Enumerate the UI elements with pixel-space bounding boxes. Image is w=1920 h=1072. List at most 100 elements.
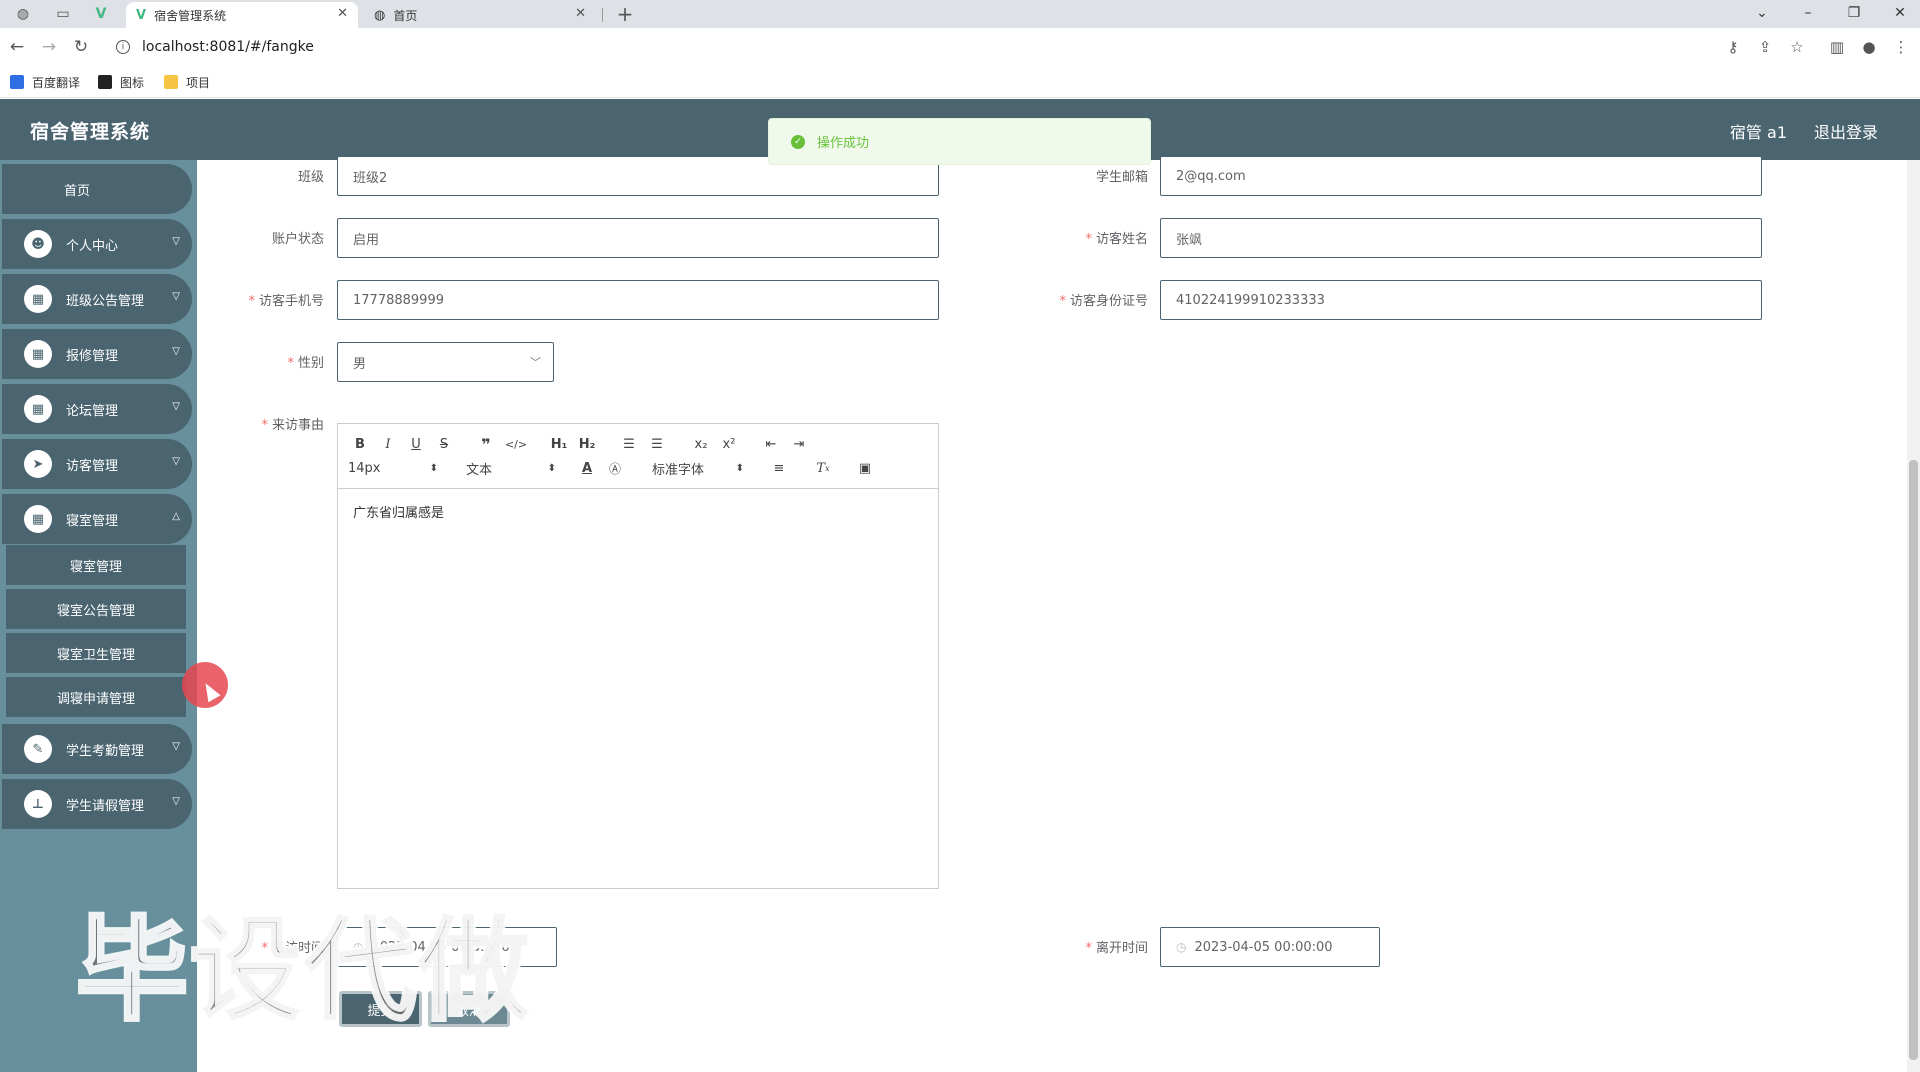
- share-icon[interactable]: ⇪: [1754, 36, 1776, 58]
- submenu-dorm-notice[interactable]: 寝室公告管理: [6, 589, 186, 631]
- align-icon[interactable]: ≡: [770, 458, 788, 478]
- sidebar-item-home[interactable]: 首页: [2, 164, 192, 214]
- editor-content[interactable]: 广东省归属感是: [353, 502, 444, 521]
- tab-home[interactable]: ◍ 首页 ✕: [364, 2, 596, 28]
- leave-time-field[interactable]: ◷ 2023-04-05 00:00:00: [1160, 927, 1380, 967]
- id-number-field[interactable]: 410224199910233333: [1160, 280, 1762, 320]
- star-icon[interactable]: ☆: [1786, 36, 1808, 58]
- bookmark-projects[interactable]: 项目: [164, 72, 210, 92]
- sidebar-item-repair[interactable]: ▦ 报修管理 ▽: [2, 329, 192, 379]
- chevron-down-icon: ▽: [172, 291, 180, 302]
- indent-icon[interactable]: ⇥: [790, 434, 808, 454]
- format-select[interactable]: 文本 ⬍: [466, 458, 556, 478]
- logout-link[interactable]: 退出登录: [1814, 119, 1878, 143]
- chevron-down-icon: ▽: [172, 346, 180, 357]
- submenu-dorm-transfer[interactable]: 调寝申请管理: [6, 677, 186, 719]
- close-icon[interactable]: ✕: [575, 6, 586, 21]
- folder-icon: [164, 75, 178, 89]
- font-family-select[interactable]: 标准字体 ⬍: [652, 458, 744, 478]
- key-icon[interactable]: ⚷: [1722, 36, 1744, 58]
- gender-select[interactable]: 男 ﹀: [337, 342, 554, 382]
- email-field[interactable]: 2@qq.com: [1160, 156, 1762, 196]
- restore-icon[interactable]: ❐: [1834, 2, 1874, 24]
- stamp-icon: ⊥: [24, 790, 52, 818]
- sidebar-item-personal-center[interactable]: ☻ 个人中心 ▽: [2, 219, 192, 269]
- vue-icon[interactable]: V: [84, 2, 118, 26]
- bookmark-icons[interactable]: 图标: [98, 72, 144, 92]
- app-title: 宿舍管理系统: [30, 121, 151, 143]
- heading1-icon[interactable]: H₁: [548, 434, 570, 454]
- forward-icon[interactable]: →: [36, 34, 62, 60]
- tab-separator: [602, 8, 603, 22]
- updown-icon: ⬍: [547, 462, 556, 474]
- profile-icon[interactable]: ●: [1858, 36, 1880, 58]
- code-block-icon[interactable]: </>: [505, 434, 527, 454]
- close-icon[interactable]: ✕: [337, 6, 348, 21]
- info-icon[interactable]: i: [116, 40, 130, 54]
- new-tab-button[interactable]: +: [608, 2, 642, 26]
- sidebar-item-leave[interactable]: ⊥ 学生请假管理 ▽: [2, 779, 192, 829]
- blockquote-icon[interactable]: ❞: [476, 434, 496, 454]
- image-icon: [98, 75, 112, 89]
- watermark: 毕设代做: [74, 904, 532, 1038]
- clock-icon: ◷: [1176, 940, 1187, 954]
- bold-icon[interactable]: B: [352, 434, 368, 454]
- ordered-list-icon[interactable]: ☰: [620, 434, 638, 454]
- superscript-icon[interactable]: x²: [720, 434, 738, 454]
- editor-toolbar: B I U S ❞ </> H₁ H₂ ☰ ☰ x₂ x² ⇤ ⇥ 14px ⬍…: [338, 424, 938, 489]
- grid-icon: ▦: [24, 285, 52, 313]
- minimize-icon[interactable]: –: [1788, 2, 1828, 24]
- reload-icon[interactable]: ↻: [68, 34, 94, 60]
- class-label: 班级: [297, 170, 324, 185]
- leave-time-label: * 离开时间: [1085, 941, 1148, 956]
- visitor-name-field[interactable]: 张飒: [1160, 218, 1762, 258]
- outdent-icon[interactable]: ⇤: [762, 434, 780, 454]
- blank-tab-icon[interactable]: ▭: [46, 2, 80, 26]
- chevron-down-icon: ▽: [172, 741, 180, 752]
- tab-title: 首页: [393, 8, 418, 23]
- bookmarks-bar: 百度翻译 图标 项目: [0, 66, 1920, 98]
- tab-dorm-system[interactable]: V 宿舍管理系统 ✕: [126, 2, 358, 28]
- check-circle-icon: ✓: [791, 134, 805, 149]
- subscript-icon[interactable]: x₂: [692, 434, 710, 454]
- status-field[interactable]: 启用: [337, 218, 939, 258]
- bullet-list-icon[interactable]: ☰: [648, 434, 666, 454]
- close-window-icon[interactable]: ✕: [1880, 2, 1920, 24]
- sidebar-item-forum[interactable]: ▦ 论坛管理 ▽: [2, 384, 192, 434]
- background-color-icon[interactable]: Ⓐ: [606, 458, 624, 478]
- sidebar-item-dorm[interactable]: ▦ 寝室管理 △: [2, 494, 192, 544]
- globe-icon: ◍: [374, 7, 386, 23]
- phone-field[interactable]: 17778889999: [337, 280, 939, 320]
- vue-icon: V: [136, 7, 147, 23]
- globe-icon[interactable]: ◍: [6, 2, 40, 26]
- tab-title: 宿舍管理系统: [154, 8, 227, 23]
- underline-icon[interactable]: U: [408, 434, 424, 454]
- sidebar-item-visitor[interactable]: ➤ 访客管理 ▽: [2, 439, 192, 489]
- scrollbar-thumb[interactable]: [1909, 460, 1918, 1060]
- sidebar-item-attendance[interactable]: ✎ 学生考勤管理 ▽: [2, 724, 192, 774]
- chevron-down-icon: ▽: [172, 456, 180, 467]
- submenu-dorm-management[interactable]: 寝室管理: [6, 545, 186, 587]
- submenu-dorm-hygiene[interactable]: 寝室卫生管理: [6, 633, 186, 675]
- url-field[interactable]: i localhost:8081/#/fangke: [106, 33, 1766, 61]
- sidebar-item-class-notice[interactable]: ▦ 班级公告管理 ▽: [2, 274, 192, 324]
- text-color-icon[interactable]: A: [578, 458, 596, 478]
- chevron-down-icon[interactable]: ⌄: [1742, 2, 1782, 24]
- rich-text-editor[interactable]: B I U S ❞ </> H₁ H₂ ☰ ☰ x₂ x² ⇤ ⇥ 14px ⬍…: [337, 423, 939, 889]
- email-label: 学生邮箱: [1095, 170, 1148, 185]
- chevron-down-icon: ▽: [172, 236, 180, 247]
- clipboard-icon: ✎: [24, 735, 52, 763]
- italic-icon[interactable]: I: [380, 434, 396, 454]
- sidepanel-icon[interactable]: ▥: [1826, 36, 1848, 58]
- clear-format-icon[interactable]: Tx: [814, 458, 832, 478]
- back-icon[interactable]: ←: [4, 34, 30, 60]
- chevron-down-icon: ▽: [172, 401, 180, 412]
- chevron-down-icon: ▽: [172, 796, 180, 807]
- heading2-icon[interactable]: H₂: [576, 434, 598, 454]
- visitor-name-label: * 访客姓名: [1085, 232, 1148, 247]
- font-size-select[interactable]: 14px ⬍: [348, 458, 438, 478]
- strikethrough-icon[interactable]: S: [436, 434, 452, 454]
- menu-dots-icon[interactable]: ⋮: [1890, 36, 1912, 58]
- image-icon[interactable]: ▣: [856, 458, 874, 478]
- bookmark-baidu-translate[interactable]: 百度翻译: [10, 72, 80, 92]
